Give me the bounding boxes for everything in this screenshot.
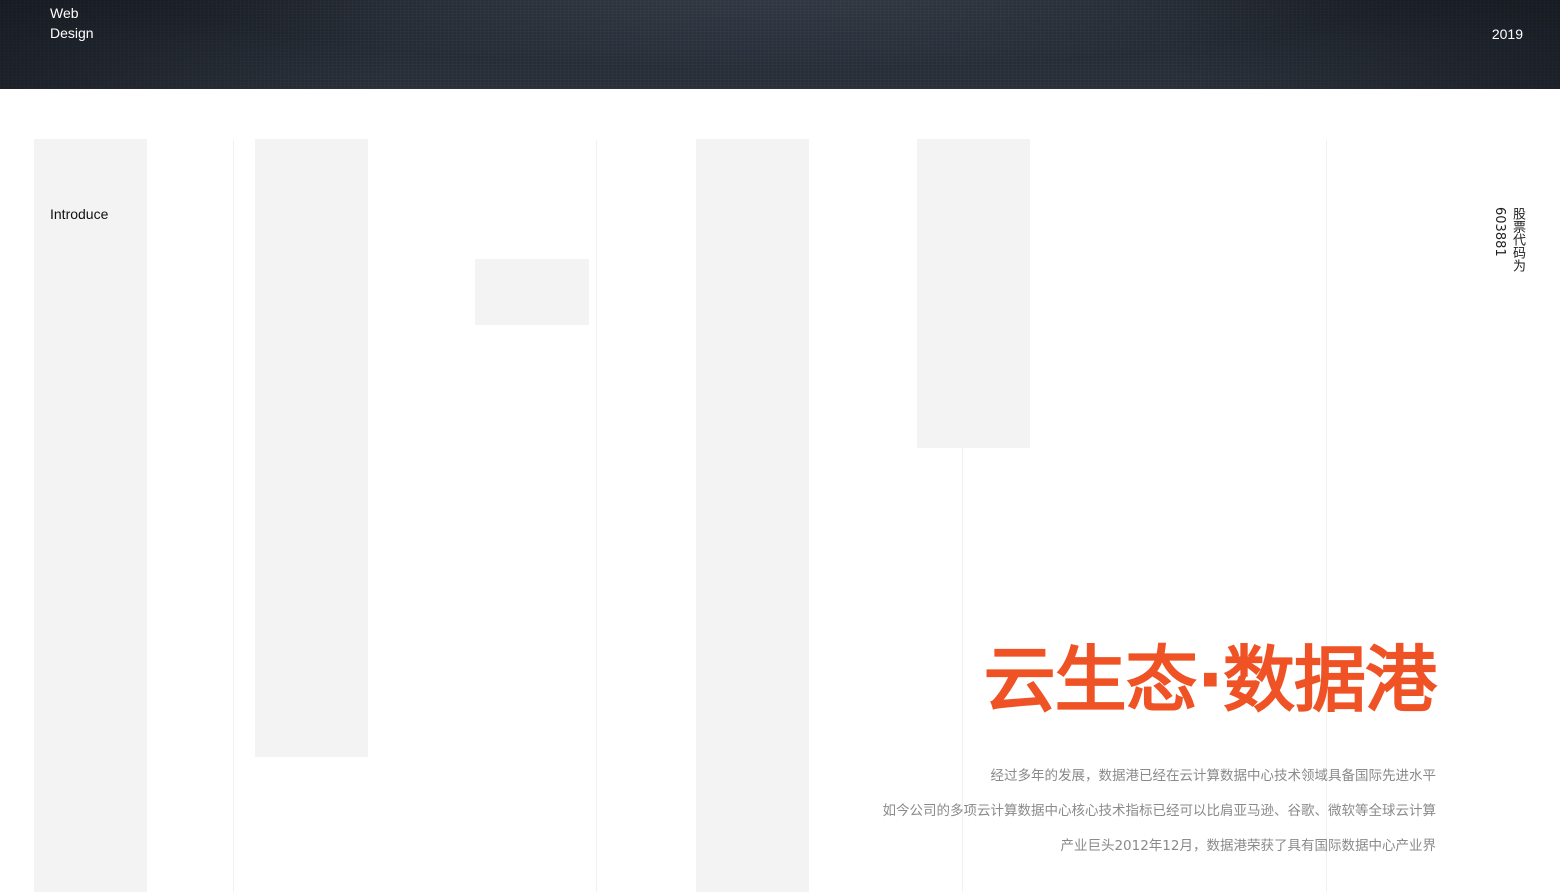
header-banner: Web Design 2019: [0, 0, 1560, 89]
header-vignette: [0, 0, 1560, 89]
stock-code-vertical: 股票代码为 603881: [1490, 207, 1526, 272]
grid-line: [596, 140, 597, 892]
header-year: 2019: [1491, 26, 1523, 42]
hero-paragraph-1: 经过多年的发展，数据港已经在云计算数据中心技术领域具备国际先进水平: [990, 768, 1437, 784]
decor-block: [34, 139, 147, 892]
brand-line-1: Web: [50, 5, 79, 21]
decor-block: [255, 139, 368, 757]
page: Web Design 2019 Introduce 股票代码为 603881 云…: [0, 0, 1560, 892]
decor-block: [917, 139, 1030, 448]
hero-paragraph-2: 如今公司的多项云计算数据中心核心技术指标已经可以比肩亚马逊、谷歌、微软等全球云计…: [882, 803, 1437, 819]
decor-block: [475, 259, 589, 325]
hero-paragraph-3: 产业巨头2012年12月，数据港荣获了具有国际数据中心产业界: [1060, 838, 1436, 854]
stock-code: 603881: [1492, 207, 1507, 257]
brand-logo[interactable]: Web Design: [50, 3, 94, 43]
brand-line-2: Design: [50, 25, 94, 41]
stock-label: 股票代码为: [1510, 207, 1525, 272]
section-label-introduce: Introduce: [50, 206, 109, 222]
hero-title: 云生态·数据港: [983, 638, 1437, 722]
grid-line: [233, 140, 234, 892]
